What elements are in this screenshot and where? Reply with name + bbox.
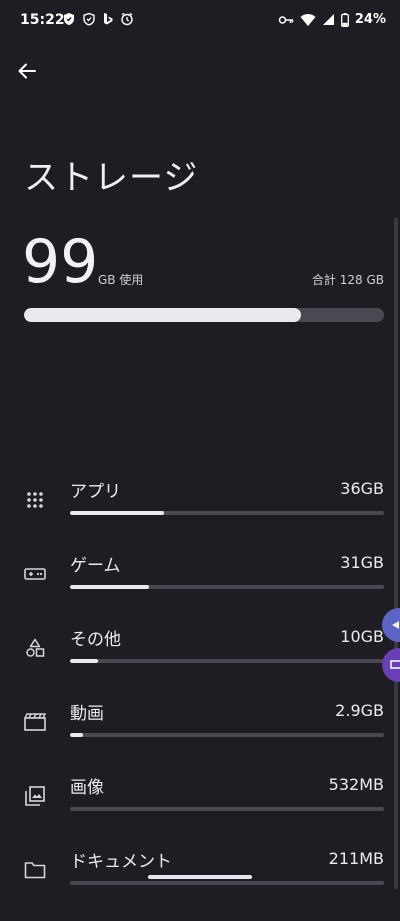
- window-icon: [390, 660, 400, 669]
- category-bar-fill: [70, 659, 99, 663]
- vpn-key-icon: [278, 15, 294, 24]
- category-bar: [70, 807, 384, 811]
- battery-icon: [340, 12, 349, 27]
- chevron-left-icon: [392, 621, 399, 629]
- category-label: アプリ: [70, 482, 121, 502]
- battery-percentage: 24%: [354, 12, 386, 27]
- category-size: 2.9GB: [335, 701, 384, 720]
- category-bar: [70, 585, 384, 589]
- bing-icon: [104, 13, 113, 25]
- shield-outline-icon: [83, 12, 95, 26]
- category-label: ゲーム: [70, 556, 121, 576]
- category-bar: [70, 659, 384, 663]
- back-button[interactable]: [14, 58, 40, 84]
- status-bar: 15:22 24%: [0, 0, 400, 40]
- category-label: 画像: [70, 778, 104, 798]
- wifi-icon: [300, 13, 316, 26]
- category-label: 動画: [70, 704, 104, 724]
- storage-usage-bar: [24, 308, 384, 322]
- signal-icon: [322, 14, 334, 25]
- total-storage: 合計 128 GB: [311, 273, 384, 287]
- shield-icon: [64, 13, 74, 25]
- category-games[interactable]: ゲーム 31GB: [0, 551, 400, 625]
- page-title: ストレージ: [24, 158, 199, 198]
- used-storage-unit: GB 使用: [98, 273, 144, 287]
- category-bar: [70, 733, 384, 737]
- arrow-back-icon: [18, 63, 36, 79]
- category-label: その他: [70, 630, 121, 650]
- alarm-icon: [121, 12, 133, 26]
- storage-usage-bar-fill: [24, 308, 302, 322]
- category-bar-fill: [70, 511, 165, 515]
- category-size: 31GB: [340, 553, 384, 572]
- shapes-icon: [24, 637, 46, 659]
- category-size: 532MB: [328, 775, 384, 794]
- category-size: 10GB: [340, 627, 384, 646]
- used-storage-value: 99: [22, 227, 99, 297]
- category-bar-fill: [70, 733, 83, 737]
- category-size: 211MB: [328, 849, 384, 868]
- apps-grid-icon: [24, 489, 46, 511]
- notification-icons: [62, 12, 134, 26]
- category-documents[interactable]: ドキュメント 211MB: [0, 847, 400, 921]
- image-icon: [24, 785, 46, 807]
- category-size: 36GB: [340, 479, 384, 498]
- category-label: ドキュメント: [70, 852, 172, 872]
- category-images[interactable]: 画像 532MB: [0, 773, 400, 847]
- folder-icon: [24, 859, 46, 881]
- gamepad-icon: [24, 563, 46, 585]
- system-icons: 24%: [278, 12, 386, 27]
- category-bar-fill: [70, 585, 149, 589]
- category-other[interactable]: その他 10GB: [0, 625, 400, 699]
- category-bar: [70, 511, 384, 515]
- category-apps[interactable]: アプリ 36GB: [0, 477, 400, 551]
- scrollbar[interactable]: [394, 218, 398, 889]
- category-bar: [70, 881, 384, 885]
- gesture-navigation-handle[interactable]: [148, 875, 252, 879]
- category-videos[interactable]: 動画 2.9GB: [0, 699, 400, 773]
- status-time: 15:22: [20, 12, 65, 28]
- video-icon: [24, 711, 46, 733]
